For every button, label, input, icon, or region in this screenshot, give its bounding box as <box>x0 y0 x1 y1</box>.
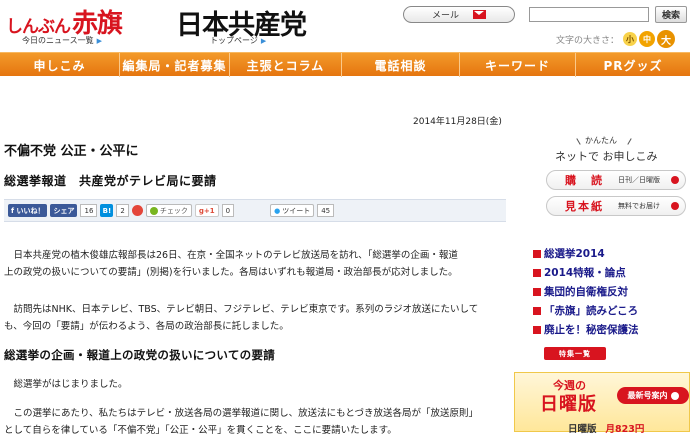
article-paragraph-1: 日本共産党の植木俊雄広報部長は26日、在京・全国ネットのテレビ放送局を訪れ、「総… <box>4 247 509 281</box>
square-bullet-icon <box>533 268 541 277</box>
hatena-count: 2 <box>116 204 129 217</box>
subscribe-sublabel: 日刊／日曜版 <box>618 176 660 184</box>
nav-item-phone[interactable]: 電話相談 <box>342 53 460 77</box>
net-apply-heading: かんたん ネットで お申しこみ <box>555 135 685 169</box>
envelope-icon <box>473 10 486 19</box>
article-date: 2014年11月28日(金) <box>413 117 502 127</box>
check-label: チェック <box>159 206 188 215</box>
square-bullet-icon <box>533 287 541 296</box>
main-nav: 申しこみ 編集局・記者募集 主張とコラム 電話相談 キーワード PRグッズ <box>0 52 690 77</box>
accent-tick <box>627 138 632 145</box>
square-bullet-icon <box>533 306 541 315</box>
tweet-label: ツイート <box>282 206 311 215</box>
check-icon <box>149 206 158 215</box>
nav-item-editorial[interactable]: 編集局・記者募集 <box>120 53 230 77</box>
feature-link-special-report[interactable]: 2014特報・論点 <box>533 263 690 282</box>
font-size-medium-button[interactable]: 中 <box>639 31 656 47</box>
special-list-button[interactable]: 特集一覧 <box>544 347 606 360</box>
sample-label: 見本紙 <box>565 200 604 213</box>
font-size-selector: 文字の大きさ： 小 中 大 <box>556 30 676 48</box>
sunday-title: 日曜版 <box>540 394 597 415</box>
like-label: いいね！ <box>16 206 45 215</box>
sunday-price: 日曜版 月823円 <box>568 421 644 435</box>
article-subtitle: 総選挙報道 共産党がテレビ局に要請 <box>4 174 217 188</box>
arrow-circle-icon <box>670 391 679 400</box>
square-bullet-icon <box>533 325 541 334</box>
facebook-like-button[interactable]: f いいね！ <box>8 204 48 217</box>
square-bullet-icon <box>533 249 541 258</box>
search-button[interactable]: 検索 <box>655 6 687 23</box>
net-apply-label: ネットで お申しこみ <box>555 150 658 163</box>
news-list-label: 今日のニュース一覧 <box>22 36 94 45</box>
feature-link-highlights[interactable]: 「赤旗」読みどころ <box>533 301 690 320</box>
hatena-bookmark-button[interactable]: B! <box>100 204 114 217</box>
subscribe-label: 購 読 <box>565 174 604 187</box>
nav-item-keyword[interactable]: キーワード <box>460 53 576 77</box>
accent-tick <box>576 138 581 145</box>
nav-item-apply[interactable]: 申しこみ <box>0 53 120 77</box>
facebook-share-button[interactable]: シェア <box>50 204 78 217</box>
twitter-bird-icon: ● <box>274 206 281 215</box>
akahata-logo[interactable]: しんぶん 赤旗 <box>6 3 123 39</box>
feature-links: 総選挙2014 2014特報・論点 集団的自衛権反対 「赤旗」読みどころ 廃止を… <box>533 244 690 339</box>
paragraph-line: として自らを律している「不偏不党」「公正・公平」を貫くことを、ここに要請いたしま… <box>4 425 397 436</box>
sunday-price-value: 月823円 <box>605 424 645 435</box>
sunday-price-name: 日曜版 <box>568 424 597 435</box>
font-size-small-button[interactable]: 小 <box>623 32 638 46</box>
paragraph-line: 日本共産党の植木俊雄広報部長は26日、在京・全国ネットのテレビ放送局を訪れ、「総… <box>4 250 458 261</box>
paragraph-line: この選挙にあたり、私たちはテレビ・放送各局の選挙報道に関し、放送法にもとづき放送… <box>4 408 479 419</box>
paragraph-line: 上の政党の扱いについての要請」(別掲)を行いました。各局はいずれも報道局・政治部… <box>4 267 458 278</box>
feature-link-secrecy-law[interactable]: 廃止を！秘密保護法 <box>533 320 690 339</box>
feature-link-label: 廃止を！秘密保護法 <box>544 324 639 336</box>
gplus-count: 0 <box>221 204 235 217</box>
mail-button[interactable]: メール <box>403 6 515 23</box>
mail-label: メール <box>431 11 459 21</box>
subscribe-button[interactable]: 購 読 日刊／日曜版 <box>546 170 686 190</box>
sample-paper-button[interactable]: 見本紙 無料でお届け <box>546 196 686 216</box>
latest-issue-label: 最新号案内 <box>627 391 668 400</box>
logo-small-text: しんぶん <box>6 17 71 37</box>
font-size-large-button[interactable]: 大 <box>657 30 676 48</box>
feature-link-label: 総選挙2014 <box>544 248 605 260</box>
tweet-count: 45 <box>317 204 335 217</box>
feature-link-self-defense[interactable]: 集団的自衛権反対 <box>533 282 690 301</box>
social-share-bar: f いいね！ シェア 16 B! 2 チェック g+1 0 ● ツイート 45 <box>4 199 506 222</box>
feature-link-label: 「赤旗」読みどころ <box>544 305 639 317</box>
feature-link-label: 2014特報・論点 <box>544 267 626 279</box>
share-count: 16 <box>80 204 98 217</box>
google-plus-button[interactable]: g+1 <box>194 204 219 217</box>
feature-link-election[interactable]: 総選挙2014 <box>533 244 690 263</box>
article-paragraph-2: 訪問先はNHK、日本テレビ、TBS、テレビ朝日、フジテレビ、テレビ東京です。系列… <box>4 301 509 335</box>
kantan-label: かんたん <box>585 136 617 145</box>
article-paragraph-4: この選挙にあたり、私たちはテレビ・放送各局の選挙報道に関し、放送法にもとづき放送… <box>4 405 509 439</box>
arrow-circle-icon <box>671 202 679 210</box>
arrow-right-icon: ▶ <box>260 36 267 45</box>
sample-sublabel: 無料でお届け <box>618 202 660 210</box>
site-header: しんぶん 赤旗 今日のニュース一覧 ▶ 日本共産党 トップページ ▶ メール 検… <box>0 0 690 50</box>
paragraph-line: も、今回の「要請」が伝わるよう、各局の政治部長に託しました。 <box>4 321 289 332</box>
search-input[interactable] <box>529 7 649 22</box>
arrow-right-icon: ▶ <box>96 36 102 45</box>
latest-issue-button[interactable]: 最新号案内 <box>617 387 689 404</box>
section-heading: 総選挙の企画・報道上の政党の扱いについての要請 <box>4 348 276 362</box>
nav-item-opinion[interactable]: 主張とコラム <box>230 53 342 77</box>
paragraph-line: 総選挙がはじまりました。 <box>4 379 128 390</box>
top-page-link[interactable]: トップページ ▶ <box>210 35 266 46</box>
nav-item-pr-goods[interactable]: PRグッズ <box>576 53 690 77</box>
top-page-label: トップページ <box>210 36 258 45</box>
feature-link-label: 集団的自衛権反対 <box>544 286 628 298</box>
article-title: 不偏不党 公正・公平に <box>4 144 139 159</box>
news-list-link[interactable]: 今日のニュース一覧 ▶ <box>22 35 102 46</box>
mixi-check-button[interactable]: チェック <box>145 204 192 217</box>
font-size-label: 文字の大きさ： <box>556 35 620 46</box>
tweet-button[interactable]: ● ツイート <box>270 204 315 217</box>
mixi-icon[interactable] <box>131 205 143 216</box>
arrow-circle-icon <box>671 176 679 184</box>
article-paragraph-3: 総選挙がはじまりました。 <box>4 376 509 393</box>
paragraph-line: 訪問先はNHK、日本テレビ、TBS、テレビ朝日、フジテレビ、テレビ東京です。系列… <box>4 304 479 315</box>
